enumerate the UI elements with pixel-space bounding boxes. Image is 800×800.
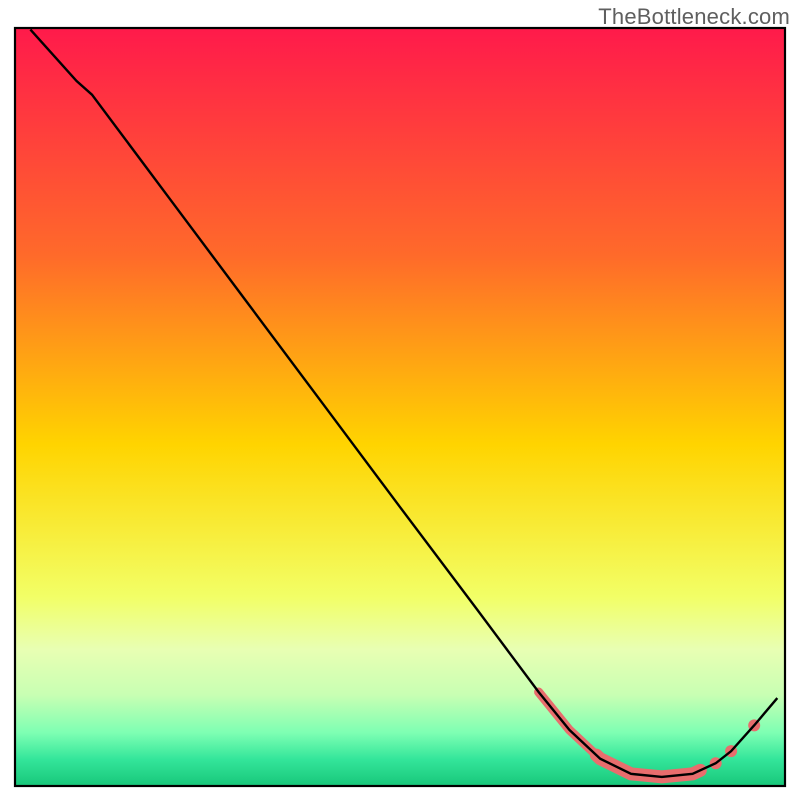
bottleneck-chart [0, 0, 800, 800]
chart-container: { "attribution": "TheBottleneck.com", "c… [0, 0, 800, 800]
heatmap-background [15, 28, 785, 786]
